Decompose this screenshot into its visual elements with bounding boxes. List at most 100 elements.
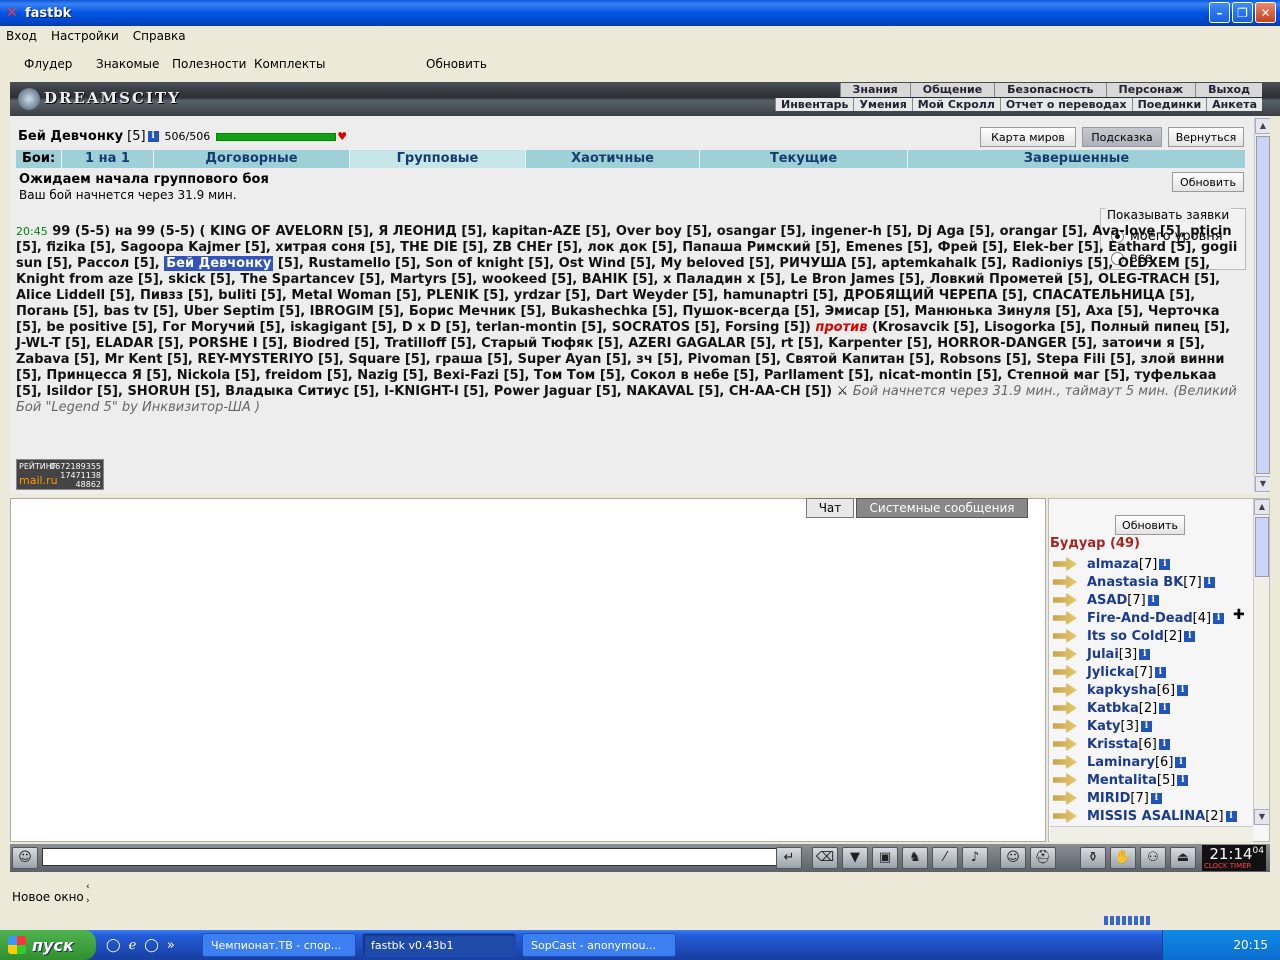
task-sopcast[interactable]: SopCast - anonymou... [522, 933, 676, 957]
nav-knowledge[interactable]: Знания [839, 83, 910, 97]
maximize-button[interactable]: ❐ [1232, 2, 1253, 23]
info-icon[interactable]: i [1213, 612, 1225, 624]
user-name[interactable]: ASAD [1087, 593, 1127, 608]
info-icon[interactable]: i [1175, 756, 1187, 768]
user-list-item[interactable]: almaza [7] i [1049, 555, 1237, 573]
group-icon[interactable]: ⚇ [1140, 847, 1166, 869]
rating-counter[interactable]: РЕЙТИНГ mail.ru 0672189355 17471138 4886… [16, 459, 104, 490]
main-scrollbar[interactable]: ▲ ▼ [1254, 118, 1270, 492]
info-icon[interactable]: i [1154, 666, 1166, 678]
users-scrollbar[interactable]: ▲ ▼ [1253, 499, 1269, 825]
user-name[interactable]: almaza [1087, 557, 1139, 572]
user-list-item[interactable]: Laminary [6] i [1049, 753, 1237, 771]
user-name[interactable]: Jylicka [1087, 665, 1134, 680]
toolbar-refresh[interactable]: Обновить [426, 57, 487, 71]
info-icon[interactable]: i [1177, 774, 1189, 786]
filter-icon[interactable]: ▼ [842, 847, 868, 869]
user-list-item[interactable]: Krissta [6] i [1049, 735, 1237, 753]
nav-profile[interactable]: Анкета [1206, 98, 1262, 111]
user-name[interactable]: Katbka [1087, 701, 1139, 716]
minimize-button[interactable]: – [1209, 2, 1230, 23]
world-map-button[interactable]: Карта миров [980, 127, 1076, 147]
tab-1v1[interactable]: 1 на 1 [62, 150, 154, 168]
user-name[interactable]: MISSIS ASALINA [1087, 809, 1205, 824]
scroll-down-icon[interactable]: ▼ [1254, 809, 1269, 825]
user-list-item[interactable]: Katy [3] i [1049, 717, 1237, 735]
user-name[interactable]: kapkysha [1087, 683, 1157, 698]
exit-icon[interactable]: ⏏ [1170, 847, 1196, 869]
user-list-item[interactable]: ASAD [7] i [1049, 591, 1237, 609]
user-name[interactable]: Anastasia BK [1087, 575, 1183, 590]
music-icon[interactable]: ♪ [962, 847, 988, 869]
nav-security[interactable]: Безопасность [994, 83, 1105, 97]
chat-area[interactable] [10, 498, 1046, 842]
users-hscrollbar[interactable] [1050, 826, 1253, 842]
info-icon[interactable]: i [1203, 576, 1215, 588]
chevron-icon[interactable]: » [167, 938, 175, 953]
user-list-item[interactable]: Jylicka [7] i [1049, 663, 1237, 681]
nav-inventory[interactable]: Инвентарь [775, 98, 853, 111]
chat-input[interactable] [42, 848, 782, 866]
ie-icon[interactable]: ℯ [129, 938, 137, 953]
info-icon[interactable]: i [1159, 702, 1171, 714]
nav-transfer-report[interactable]: Отчет о переводах [999, 98, 1132, 111]
scroll-thumb[interactable] [1255, 517, 1269, 577]
potion-icon[interactable]: ⚱ [1080, 847, 1106, 869]
tab-system-messages[interactable]: Системные сообщения [856, 498, 1028, 518]
user-name[interactable]: Krissta [1087, 737, 1138, 752]
user-name[interactable]: Laminary [1087, 755, 1155, 770]
person-add-icon[interactable]: ✚ [1233, 607, 1245, 623]
toolbar-utilities[interactable]: Полезности [172, 57, 246, 71]
nav-exit[interactable]: Выход [1195, 83, 1262, 97]
translit-icon[interactable]: ⁄ [932, 847, 958, 869]
fighter-icon[interactable]: ♞ [902, 847, 928, 869]
user-name[interactable]: Its so Cold [1087, 629, 1164, 644]
info-icon[interactable]: i [1177, 684, 1189, 696]
refresh-button[interactable]: Обновить [1172, 172, 1244, 192]
user-list-item[interactable]: Fire-And-Dead [4] i [1049, 609, 1237, 627]
user-name[interactable]: Fire-And-Dead [1087, 611, 1193, 626]
user-list-item[interactable]: Katbka [2] i [1049, 699, 1237, 717]
scroll-up-icon[interactable]: ▲ [1255, 118, 1270, 134]
task-championat[interactable]: Чемпионат.ТВ - спор... [202, 933, 356, 957]
tab-current[interactable]: Текущие [700, 150, 908, 168]
enter-icon[interactable]: ↵ [776, 847, 802, 869]
speaker-head-icon[interactable]: ☺ [12, 847, 38, 869]
info-icon[interactable]: i [1158, 738, 1170, 750]
user-name[interactable]: Mentalita [1087, 773, 1157, 788]
user-list-item[interactable]: Mentalita [5] i [1049, 771, 1237, 789]
arrows-icon[interactable]: ‹ › [86, 880, 90, 908]
start-button[interactable]: пуск [0, 930, 96, 960]
opera-icon[interactable]: ◯ [144, 938, 159, 953]
hand-icon[interactable]: ✋ [1110, 847, 1136, 869]
user-list-item[interactable]: Julai [3] i [1049, 645, 1237, 663]
menu-help[interactable]: Справка [133, 29, 186, 43]
scroll-thumb[interactable] [1256, 136, 1270, 474]
save-icon[interactable]: ▣ [872, 847, 898, 869]
user-list-item[interactable]: MISSIS ASALINA [2] i [1049, 807, 1237, 825]
scroll-up-icon[interactable]: ▲ [1254, 499, 1269, 515]
task-fastbk[interactable]: fastbk v0.43b1 [362, 933, 516, 957]
tab-chat[interactable]: Чат [806, 498, 854, 518]
close-button[interactable]: ✕ [1255, 2, 1276, 23]
info-icon[interactable]: i [1184, 630, 1196, 642]
info-icon[interactable]: i [147, 131, 159, 142]
tab-finished[interactable]: Завершенные [908, 150, 1246, 168]
hint-button[interactable]: Подсказка [1082, 127, 1162, 147]
info-icon[interactable]: i [1159, 558, 1171, 570]
toolbar-friends[interactable]: Знакомые [96, 57, 159, 71]
info-icon[interactable]: i [1140, 720, 1152, 732]
tab-chaotic[interactable]: Хаотичные [526, 150, 700, 168]
smile-icon[interactable]: ☺ [1000, 847, 1026, 869]
info-icon[interactable]: i [1139, 648, 1151, 660]
toolbar-flooder[interactable]: Флудер [24, 57, 72, 71]
nav-my-scroll[interactable]: Мой Скролл [911, 98, 1000, 111]
menu-settings[interactable]: Настройки [51, 29, 119, 43]
tab-agreed[interactable]: Договорные [154, 150, 350, 168]
info-icon[interactable]: i [1147, 594, 1159, 606]
nav-character[interactable]: Персонаж [1105, 83, 1196, 97]
user-name[interactable]: MIRID [1087, 791, 1130, 806]
nav-communication[interactable]: Общение [909, 83, 994, 97]
nav-skills[interactable]: Умения [853, 98, 911, 111]
users-refresh-button[interactable]: Обновить [1115, 515, 1185, 535]
